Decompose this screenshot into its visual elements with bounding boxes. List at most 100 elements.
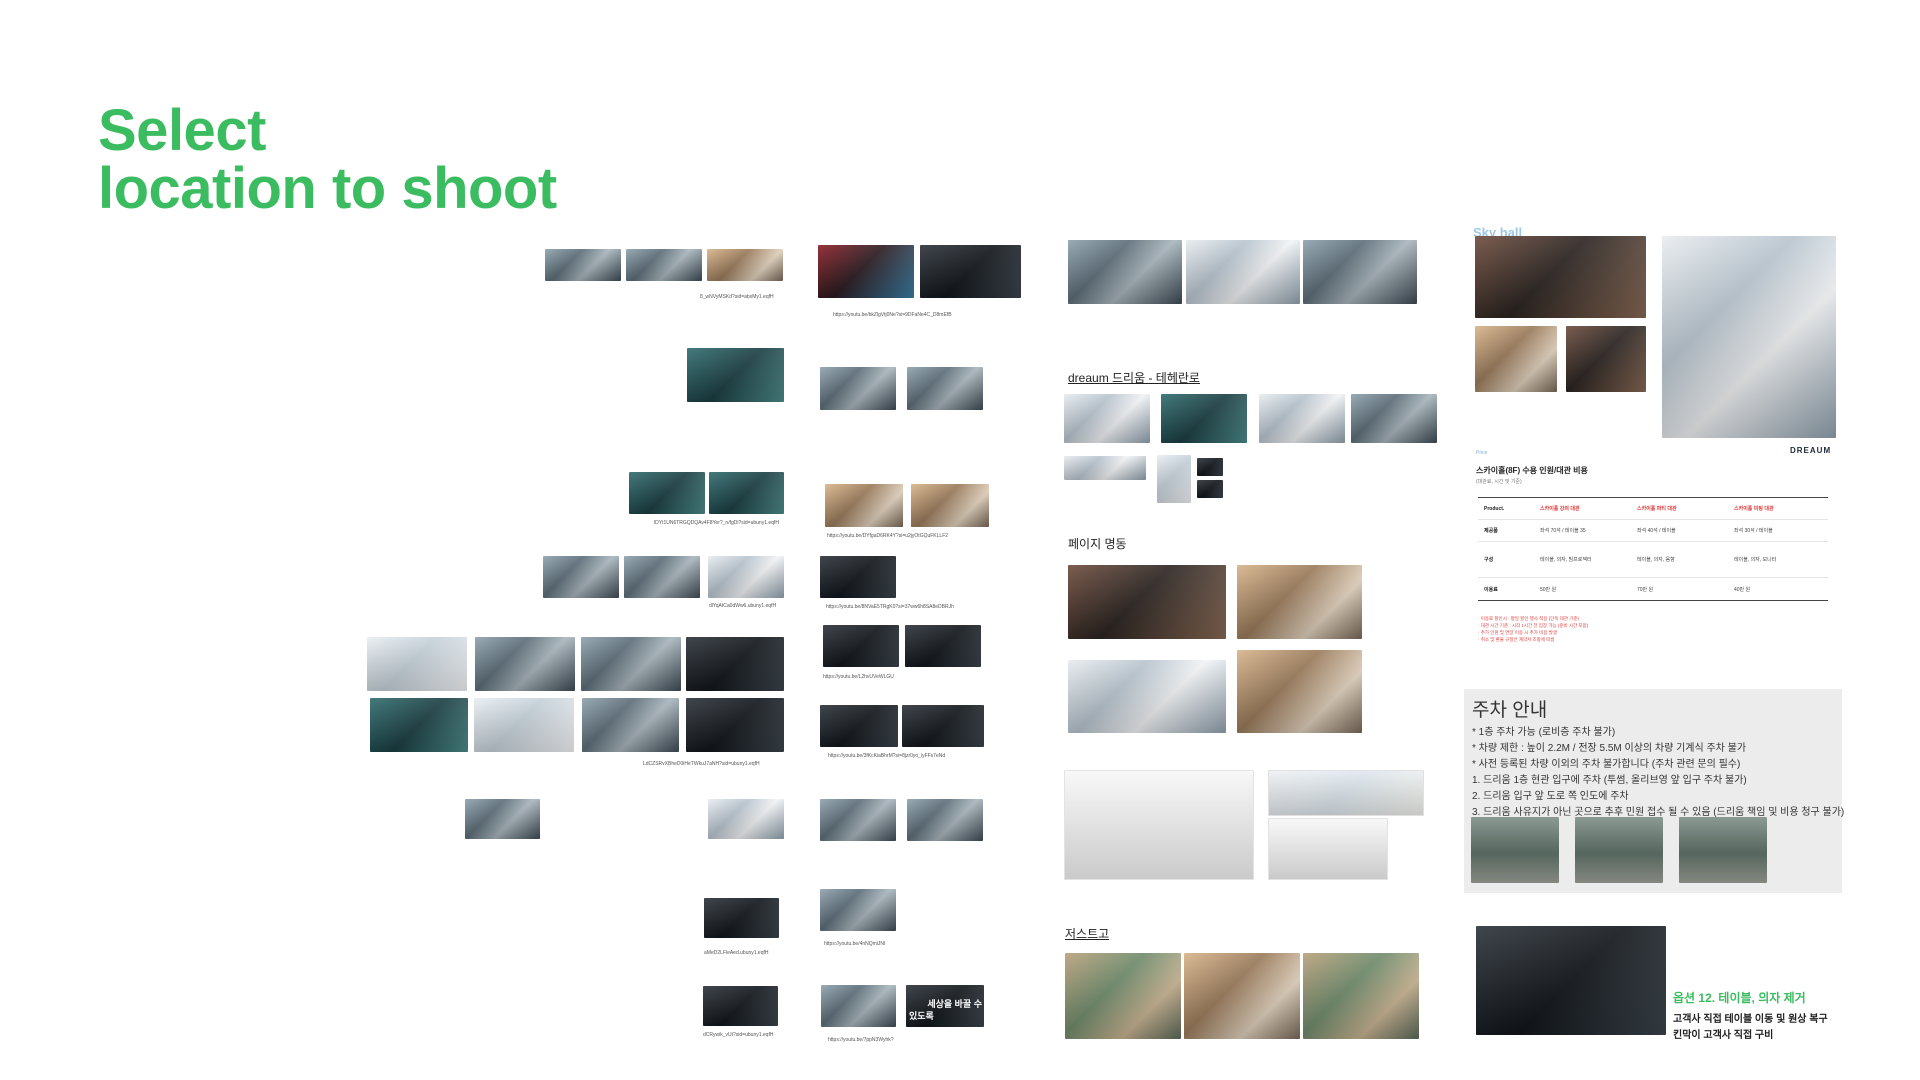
venue-photo: [1237, 650, 1362, 733]
reference-thumbnail: [709, 472, 784, 514]
parking-title: 주차 안내: [1472, 700, 1548, 721]
reference-link[interactable]: https://youtu.be/3fKcKiaBhrM?si=8jzr0yo_…: [828, 753, 945, 759]
table-header-cell: 스카이홀 강의 대관: [1540, 506, 1580, 512]
table-cell: 테이블, 의자, 음향: [1637, 557, 1675, 563]
venue-photo: [1475, 326, 1557, 392]
table-cell: 40만 원: [1734, 586, 1751, 593]
table-cell: 구성: [1484, 557, 1494, 563]
venue-document: [1268, 818, 1388, 880]
reference-thumbnail: [907, 799, 983, 841]
venue-photo: [1068, 240, 1182, 304]
reference-thumbnail: [820, 889, 896, 931]
table-header-cell: 스카이홀 파티 대관: [1637, 506, 1677, 512]
reference-link[interactable]: dlYqAtCa0dWw6.ubuny1.eqfH: [709, 603, 776, 609]
thumbnail-subtitle: 있도록: [909, 1011, 934, 1021]
venue-photo: [1259, 394, 1345, 443]
option-title: 옵션 12. 테이블, 의자 제거: [1673, 991, 1806, 1005]
venue-photo: [1351, 394, 1437, 443]
option-detail: 킨막이 고객사 직접 구비: [1673, 1030, 1774, 1041]
reference-link[interactable]: https://youtu.be/4nNQmiJNI: [824, 941, 885, 947]
reference-link[interactable]: dCRywik_vUt?sid=ubuny1.eqfH: [703, 1032, 773, 1038]
reference-link[interactable]: https://youtu.be/8NVaE5TRgK0?si=37ww6h8S…: [826, 604, 954, 610]
reference-thumbnail: [624, 556, 700, 598]
venue-document: [1064, 770, 1254, 880]
reference-link[interactable]: https://youtu.be/7ppN3Wyhk?: [828, 1037, 894, 1043]
parking-photo: [1575, 817, 1663, 883]
reference-thumbnail: [708, 556, 784, 598]
reference-thumbnail: [475, 637, 575, 691]
venue-photo: [1475, 236, 1646, 318]
reference-thumbnail: [581, 637, 681, 691]
venue-photo: [1197, 458, 1223, 476]
reference-thumbnail: [823, 625, 899, 667]
reference-thumbnail: [687, 348, 784, 402]
reference-thumbnail: 세상을 바꿀 수 있도록: [906, 985, 984, 1027]
reference-link[interactable]: https://youtu.be/bkZlgVtj0Ne?si=9DFaNe4C…: [833, 312, 952, 318]
table-row: 제공품 좌석 70석 / 테이블 35 좌석 40석 / 테이블 좌석 30석 …: [1478, 520, 1828, 542]
reference-thumbnail: [902, 705, 984, 747]
venue-photo: [1186, 240, 1300, 304]
title-line-2: location to shoot: [98, 156, 557, 221]
price-note: · 대관 시간 기준 : 시작 1시간 전 입장 가능 (준비 시간 포함): [1478, 623, 1589, 628]
price-notes: · 이용료 할인시 : 평일 할인 행사 적용 (단독 대관 기준) · 대관 …: [1478, 615, 1778, 643]
reference-link[interactable]: LdCZSRvXBheD0iHeTWkuJ7aNH?sid=ubuny1.eqf…: [643, 761, 760, 767]
price-table-subtitle: (대관료, 시간 및 기준): [1476, 479, 1522, 485]
table-cell: 70만 원: [1637, 586, 1654, 593]
table-cell: 좌석 70석 / 테이블 35: [1540, 528, 1586, 534]
reference-thumbnail: [821, 985, 896, 1027]
venue-photo: [1157, 455, 1191, 503]
reference-thumbnail: [820, 799, 896, 841]
price-note: · 취소 및 환불 규정은 계약서 조항에 따름: [1478, 637, 1555, 642]
parking-rule: 1. 드리움 1층 현관 입구에 주차 (투썸, 올리브영 앞 입구 주차 불가…: [1472, 775, 1747, 786]
option-detail: 고객사 직접 테이블 이동 및 원상 복구: [1673, 1014, 1828, 1025]
reference-thumbnail: [367, 637, 467, 691]
reference-thumbnail: [582, 698, 679, 752]
title-line-1: Select: [98, 98, 266, 163]
venue-photo: [1303, 240, 1417, 304]
table-cell: 제공품: [1484, 528, 1498, 534]
parking-rules: * 1층 주차 가능 (로비층 주차 불가) * 차량 제한 : 높이 2.2M…: [1472, 725, 1844, 821]
option-photo: [1476, 926, 1666, 1035]
reference-link[interactable]: aMeD2LFleAed.ubuny1.eqfH: [704, 950, 769, 956]
venue-photo: [1161, 394, 1247, 443]
table-header-row: Product. 스카이홀 강의 대관 스카이홀 파티 대관 스카이홀 미팅 대…: [1478, 498, 1828, 520]
table-row: 이용료 50만 원 70만 원 40만 원: [1478, 578, 1828, 600]
parking-rule: * 차량 제한 : 높이 2.2M / 전장 5.5M 이상의 차량 기계식 주…: [1472, 743, 1747, 754]
price-label: Price: [1476, 450, 1488, 456]
reference-link[interactable]: 8_wNVyMSKd?sid=abxMy1.eqfH: [700, 294, 774, 300]
reference-link[interactable]: lDYt1UN6TRGQDQAv4F8Yer?_n/fgDi?sid=ubuny…: [654, 520, 779, 526]
venue-photo: [1064, 456, 1146, 480]
table-cell: 테이블, 의자, 빔프로젝터: [1540, 557, 1592, 563]
reference-thumbnail: [907, 367, 983, 410]
parking-rule: * 사전 등록된 차량 이외의 주차 불가합니다 (주차 관련 문의 필수): [1472, 759, 1741, 770]
reference-thumbnail: [911, 484, 989, 527]
reference-thumbnail: [465, 799, 540, 839]
parking-rule: 2. 드리움 입구 앞 도로 쪽 인도에 주차: [1472, 791, 1629, 802]
reference-thumbnail: [703, 986, 778, 1026]
reference-thumbnail: [545, 249, 621, 281]
reference-thumbnail: [543, 556, 619, 598]
reference-link[interactable]: https://youtu.be/DYfgaD6RK4Y?si=u2jyOtGQ…: [827, 533, 948, 539]
venue-photo: [1197, 480, 1223, 498]
price-table-title: 스카이홀(8F) 수용 인원/대관 비용: [1476, 466, 1588, 475]
table-row: 구성 테이블, 의자, 빔프로젝터 테이블, 의자, 음향 테이블, 의자, 모…: [1478, 542, 1828, 578]
table-cell: 이용료: [1484, 586, 1498, 593]
venue-title-page: 페이지 명동: [1068, 537, 1127, 551]
venue-photo: [1566, 326, 1646, 392]
parking-photo: [1679, 817, 1767, 883]
table-cell: 좌석 40석 / 테이블: [1637, 528, 1676, 534]
brand-logo: DREAUM: [1790, 446, 1832, 455]
reference-thumbnail: [370, 698, 468, 752]
reference-thumbnail: [820, 705, 898, 747]
venue-photo: [1237, 565, 1362, 639]
venue-photo: [1064, 394, 1150, 443]
price-table: Product. 스카이홀 강의 대관 스카이홀 파티 대관 스카이홀 미팅 대…: [1478, 497, 1828, 601]
reference-thumbnail: [474, 698, 574, 752]
parking-rule: * 1층 주차 가능 (로비층 주차 불가): [1472, 727, 1616, 738]
venue-photo: [1662, 236, 1836, 438]
reference-link[interactable]: https://youtu.be/L2hvUVeWLGU: [823, 674, 894, 680]
reference-thumbnail: [686, 698, 784, 752]
venue-photo: [1065, 953, 1181, 1039]
reference-thumbnail: [920, 245, 1021, 298]
venue-map: [1268, 770, 1424, 816]
